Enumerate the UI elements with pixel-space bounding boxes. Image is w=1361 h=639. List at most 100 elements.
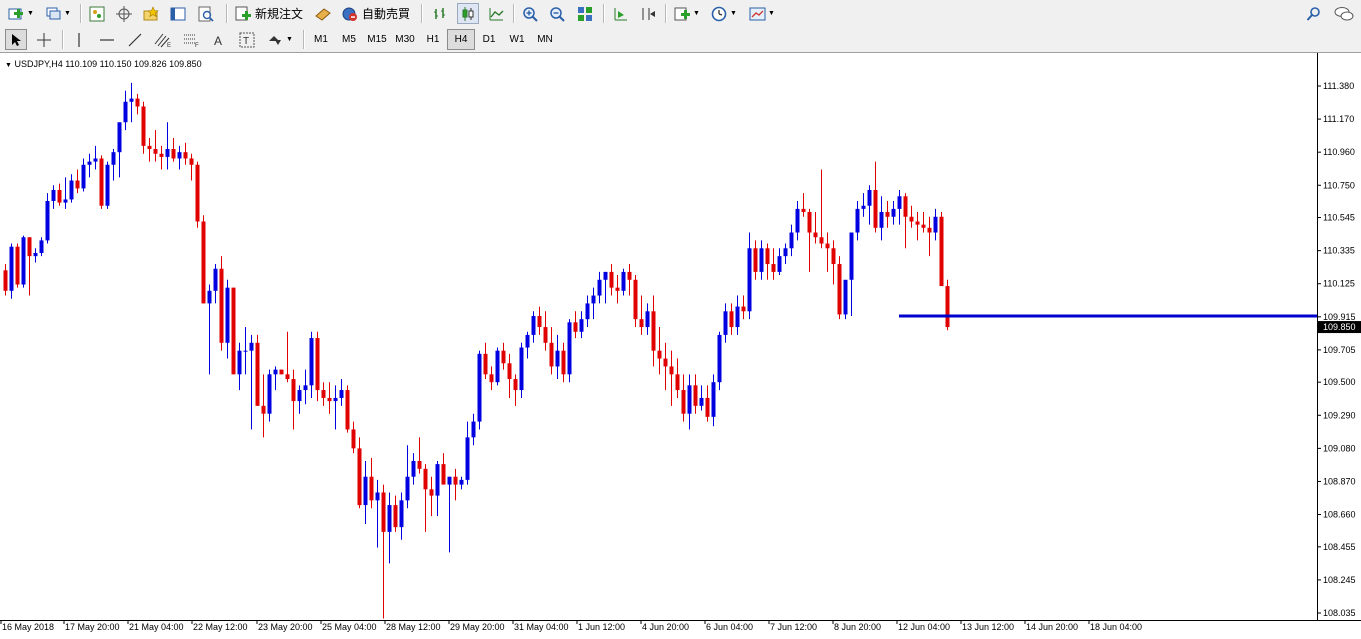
indicators-button[interactable]: ▼: [671, 3, 703, 24]
text-tool-button[interactable]: A: [208, 29, 230, 50]
bull-candle-body: [567, 322, 572, 375]
y-tick-label: 108.455: [1323, 542, 1356, 552]
chart-window[interactable]: ▼ USDJPY,H4 110.109 110.150 109.826 109.…: [0, 53, 1361, 639]
fibonacci-tool-button[interactable]: F: [180, 29, 202, 50]
timeframe-m1-button[interactable]: M1: [307, 29, 335, 50]
bull-candle-body: [117, 122, 122, 153]
bull-candle-body: [33, 253, 38, 257]
profiles-button[interactable]: ▼: [42, 3, 74, 24]
auto-trading-button[interactable]: 自動売買: [339, 3, 412, 24]
bull-candle-body: [555, 350, 560, 367]
bear-candle-body: [489, 374, 494, 383]
market-watch-icon: [89, 6, 105, 21]
bull-candle-body: [747, 248, 752, 312]
zoom-out-button[interactable]: [546, 3, 568, 24]
bear-candle-body: [741, 306, 746, 312]
y-tick-label: 111.170: [1323, 114, 1354, 124]
zoom-in-button[interactable]: [519, 3, 541, 24]
bull-candle-body: [597, 279, 602, 296]
bear-candle-body: [501, 350, 506, 364]
crosshair-tool-icon: [37, 32, 51, 47]
metaeditor-button[interactable]: [311, 3, 335, 24]
auto-scroll-button[interactable]: [637, 3, 659, 24]
y-tick-label: 109.915: [1323, 312, 1356, 322]
timeframe-h4-button[interactable]: H4: [447, 29, 475, 50]
new-chart-button[interactable]: ▼: [4, 3, 38, 24]
chat-button[interactable]: [1331, 3, 1357, 24]
chart-shift-icon: [614, 7, 627, 20]
bull-candle-body: [339, 390, 344, 398]
timeframe-m30-button[interactable]: M30: [391, 29, 419, 50]
profiles-icon: [46, 7, 61, 19]
bear-candle-body: [345, 390, 350, 430]
market-watch-button[interactable]: [86, 3, 108, 24]
templates-button[interactable]: ▼: [745, 3, 779, 24]
equidistant-channel-tool-button[interactable]: E: [152, 29, 174, 50]
bear-candle-body: [141, 106, 146, 146]
bull-candle-body: [243, 350, 248, 352]
bull-candle-body: [591, 295, 596, 304]
arrows-tool-button[interactable]: ▼: [264, 29, 296, 50]
bar-chart-icon: [434, 7, 445, 19]
terminal-button[interactable]: [167, 3, 189, 24]
timeframe-w1-button[interactable]: W1: [503, 29, 531, 50]
data-window-button[interactable]: [113, 3, 135, 24]
cursor-arrow-icon: [12, 33, 21, 46]
bull-candle-body: [891, 208, 896, 217]
bear-candle-body: [285, 374, 290, 380]
bull-candle-body: [585, 303, 590, 320]
strategy-tester-button[interactable]: [195, 3, 217, 24]
bull-candle-body: [363, 476, 368, 506]
y-tick-label: 109.705: [1323, 345, 1356, 355]
bull-candle-body: [699, 397, 704, 406]
bull-candle-body: [405, 476, 410, 501]
x-tick-label: 21 May 04:00: [129, 622, 184, 632]
periods-button[interactable]: ▼: [707, 3, 741, 24]
bull-candle-body: [123, 101, 128, 123]
bull-candle-body: [81, 164, 86, 189]
bear-candle-body: [279, 369, 284, 375]
bear-candle-body: [807, 212, 812, 233]
price-chart[interactable]: 111.380 111.170 110.960 110.750 110.545 110.3…: [0, 53, 1361, 639]
bear-candle-body: [873, 189, 878, 228]
tile-windows-button[interactable]: [574, 3, 596, 24]
new-order-button[interactable]: 新規注文: [233, 3, 305, 24]
line-chart-button[interactable]: [485, 3, 507, 24]
bull-candle-body: [111, 152, 116, 165]
bear-candle-body: [633, 279, 638, 320]
auto-trading-label: 自動売買: [361, 7, 410, 21]
text-label-tool-button[interactable]: T: [236, 29, 258, 50]
bull-candle-body: [477, 353, 482, 422]
vertical-line-tool-button[interactable]: [68, 29, 90, 50]
bear-candle-body: [561, 350, 566, 375]
candlestick-chart-button[interactable]: [457, 3, 479, 24]
trendline-tool-button[interactable]: [124, 29, 146, 50]
timeframe-h1-button[interactable]: H1: [419, 29, 447, 50]
bull-candle-body: [309, 338, 314, 386]
navigator-button[interactable]: [140, 3, 162, 24]
timeframe-d1-button[interactable]: D1: [475, 29, 503, 50]
cursor-tool-button[interactable]: [5, 29, 27, 50]
timeframe-m5-button[interactable]: M5: [335, 29, 363, 50]
y-tick-label: 110.750: [1323, 180, 1355, 190]
bear-candle-body: [945, 286, 950, 328]
crosshair-tool-button[interactable]: [33, 29, 55, 50]
bull-candle-body: [783, 248, 788, 257]
bear-candle-body: [369, 476, 374, 501]
bear-candle-body: [255, 342, 260, 406]
y-tick-label: 110.125: [1323, 279, 1355, 289]
bear-candle-body: [3, 270, 8, 291]
bear-candle-body: [291, 379, 296, 402]
timeframe-m15-button[interactable]: M15: [363, 29, 391, 50]
bull-candle-body: [177, 152, 182, 159]
bear-candle-body: [261, 405, 266, 414]
bar-chart-button[interactable]: [429, 3, 451, 24]
x-tick-label: 29 May 20:00: [450, 622, 505, 632]
horizontal-line-tool-button[interactable]: [96, 29, 118, 50]
chart-shift-button[interactable]: [609, 3, 631, 24]
bear-candle-body: [357, 448, 362, 506]
search-button[interactable]: [1303, 3, 1325, 24]
channel-icon: E: [154, 33, 171, 48]
bear-candle-body: [801, 208, 806, 213]
timeframe-mn-button[interactable]: MN: [531, 29, 559, 50]
